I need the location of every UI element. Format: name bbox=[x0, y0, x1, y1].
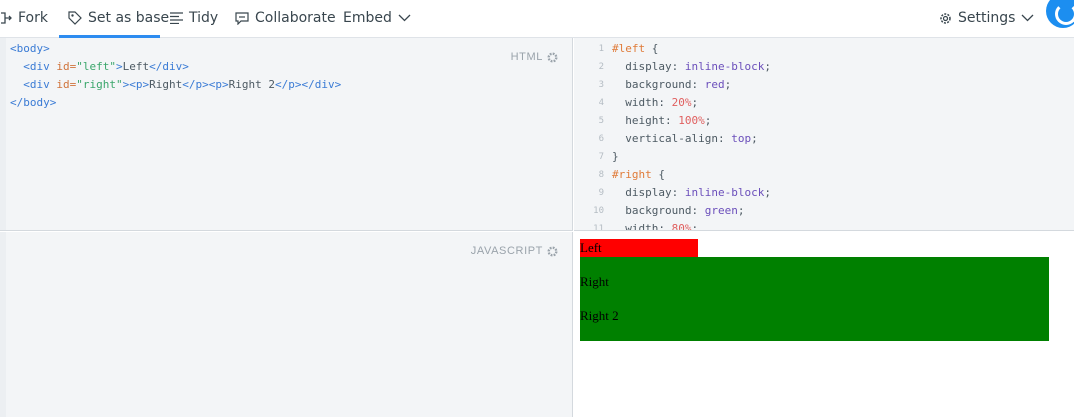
code-token: red bbox=[704, 78, 725, 91]
code-token: ; bbox=[691, 222, 699, 231]
fork-button[interactable]: Fork bbox=[0, 0, 48, 36]
code-token: ; bbox=[737, 204, 745, 217]
tag-icon bbox=[68, 11, 82, 25]
code-token: green bbox=[704, 204, 738, 217]
align-lines-icon bbox=[170, 12, 183, 24]
code-token: <div bbox=[23, 60, 50, 73]
code-token: ; bbox=[724, 78, 732, 91]
code-token: { bbox=[645, 42, 659, 55]
code-token: <p> bbox=[208, 78, 229, 91]
code-token: ; bbox=[691, 96, 699, 109]
html-label-text: HTML bbox=[510, 51, 543, 63]
settings-label: Settings bbox=[958, 10, 1016, 26]
code-token: width: bbox=[625, 222, 672, 231]
code-token: vertical-align: bbox=[625, 132, 732, 145]
code-token: 100% bbox=[678, 114, 705, 127]
code-token: Right 2 bbox=[228, 78, 275, 91]
code-token: </p> bbox=[182, 78, 209, 91]
code-token: } bbox=[612, 150, 619, 163]
line-number: 9 bbox=[598, 188, 604, 198]
code-token: ; bbox=[764, 186, 771, 199]
code-token: </p> bbox=[274, 78, 302, 91]
html-code[interactable]: <body> <div id="left">Left</div> <div id… bbox=[10, 40, 341, 112]
chevron-down-icon bbox=[1021, 14, 1034, 22]
line-number: 8 bbox=[598, 170, 604, 180]
fork-label: Fork bbox=[18, 10, 48, 26]
set-as-base-button[interactable]: Set as base bbox=[68, 0, 169, 36]
css-code[interactable]: #left { display: inline-block; backgroun… bbox=[612, 40, 771, 231]
code-token: <body> bbox=[10, 42, 50, 55]
code-token: <p> bbox=[129, 78, 150, 91]
toolbar: Fork Set as base Tidy Collaborate Embed … bbox=[0, 0, 1074, 38]
javascript-panel-label[interactable]: JAVASCRIPT bbox=[471, 245, 558, 257]
set-as-base-label: Set as base bbox=[88, 10, 170, 26]
tidy-button[interactable]: Tidy bbox=[170, 0, 218, 36]
code-token: id= bbox=[49, 78, 77, 91]
code-token: { bbox=[651, 168, 665, 181]
embed-label: Embed bbox=[343, 10, 392, 26]
code-token: </div> bbox=[301, 78, 342, 91]
code-token: "left" bbox=[76, 60, 116, 73]
code-token: </div> bbox=[149, 60, 189, 73]
collaborate-label: Collaborate bbox=[255, 10, 336, 26]
css-line-numbers: 1 2 3 4 5 6 7 8 9 10 11 bbox=[574, 40, 604, 231]
jsfiddle-logo[interactable] bbox=[1046, 0, 1074, 28]
line-number: 5 bbox=[598, 116, 604, 126]
code-token: display: bbox=[625, 60, 685, 73]
code-token: inline-block bbox=[684, 186, 765, 199]
javascript-label-text: JAVASCRIPT bbox=[470, 245, 543, 257]
result-right-paragraph: Right bbox=[580, 274, 609, 289]
line-number: 3 bbox=[598, 80, 604, 90]
css-panel[interactable]: 1 2 3 4 5 6 7 8 9 10 11 #left { display: inline-bl… bbox=[574, 38, 1074, 231]
code-token: inline-block bbox=[684, 60, 765, 73]
line-number: 10 bbox=[593, 206, 604, 216]
gear-icon bbox=[547, 246, 558, 256]
code-token: width: bbox=[625, 96, 672, 109]
html-panel[interactable]: <body> <div id="left">Left</div> <div id… bbox=[0, 38, 573, 231]
fork-icon bbox=[1, 12, 12, 24]
code-token: ; bbox=[764, 60, 771, 73]
js-gutter bbox=[0, 232, 6, 417]
code-token: ; bbox=[704, 114, 712, 127]
code-token: 20% bbox=[671, 96, 692, 109]
line-number: 2 bbox=[598, 62, 604, 72]
line-number: 11 bbox=[593, 224, 604, 231]
embed-dropdown[interactable]: Embed bbox=[343, 0, 411, 36]
chevron-down-icon bbox=[398, 14, 411, 22]
code-token: background: bbox=[625, 78, 705, 91]
code-token: background: bbox=[625, 204, 705, 217]
line-number: 4 bbox=[598, 98, 604, 108]
html-gutter bbox=[0, 38, 6, 230]
result-right2-paragraph: Right 2 bbox=[580, 308, 619, 323]
collaborate-button[interactable]: Collaborate bbox=[235, 0, 336, 36]
code-token: Left bbox=[122, 60, 150, 73]
code-token: 80% bbox=[671, 222, 692, 231]
gear-icon bbox=[940, 12, 951, 24]
gear-icon bbox=[547, 52, 558, 62]
code-token: > bbox=[116, 60, 123, 73]
chat-bubble-icon bbox=[235, 11, 249, 25]
code-token: </body> bbox=[10, 96, 57, 109]
code-token: id= bbox=[49, 60, 77, 73]
code-token: Right bbox=[149, 78, 183, 91]
html-panel-label[interactable]: HTML bbox=[511, 51, 558, 63]
line-number: 6 bbox=[598, 134, 604, 144]
code-token: #right bbox=[612, 168, 652, 181]
result-right-box: Right Right 2 bbox=[580, 257, 1049, 341]
code-token: <div bbox=[23, 78, 50, 91]
settings-dropdown[interactable]: Settings bbox=[939, 0, 1034, 36]
code-token: display: bbox=[625, 186, 685, 199]
code-token: "right" bbox=[76, 78, 123, 91]
line-number: 1 bbox=[598, 44, 604, 54]
result-panel[interactable]: Left Right Right 2 bbox=[574, 232, 1074, 417]
code-token: ; bbox=[751, 132, 758, 145]
code-token: height: bbox=[625, 114, 679, 127]
result-left-box: Left bbox=[580, 239, 698, 257]
code-token: top bbox=[731, 132, 752, 145]
code-token: #left bbox=[612, 42, 646, 55]
tidy-label: Tidy bbox=[189, 10, 219, 26]
line-number: 7 bbox=[598, 152, 604, 162]
javascript-panel[interactable]: JAVASCRIPT bbox=[0, 232, 573, 417]
